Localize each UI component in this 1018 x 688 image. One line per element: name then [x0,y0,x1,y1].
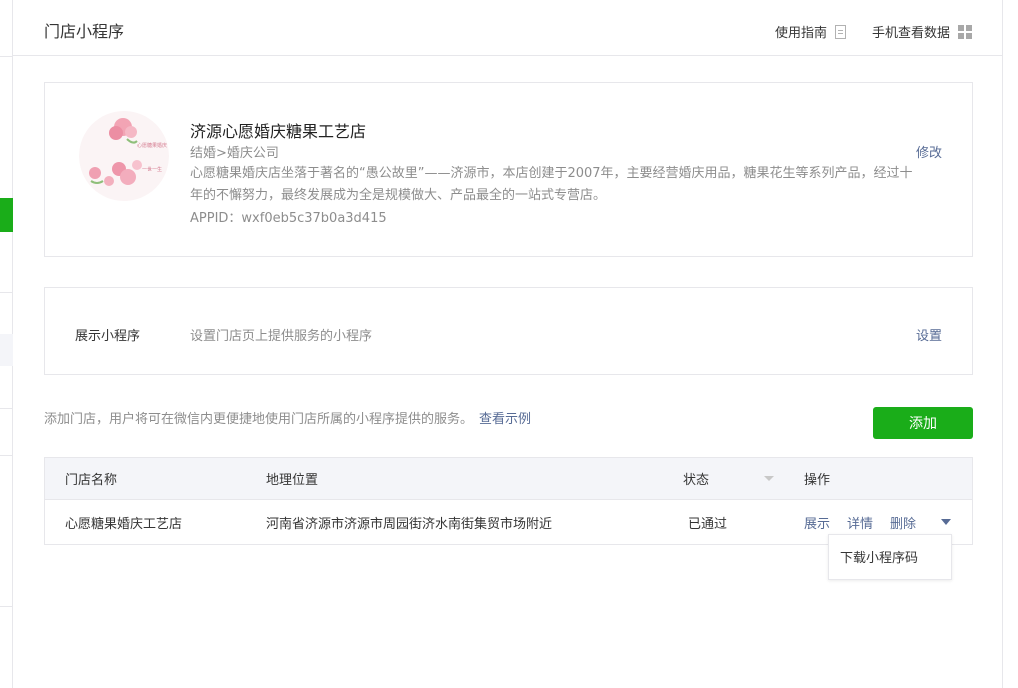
row-store-status: 已通过 [688,516,728,532]
table-header: 门店名称 地理位置 状态 操作 [45,458,972,500]
status-filter-icon[interactable] [764,476,774,481]
sidebar-divider [0,455,13,456]
row-store-location: 河南省济源市济源市周园街济水南街集贸市场附近 [266,516,553,532]
more-actions-chevron-icon[interactable] [941,519,951,525]
column-header-status: 状态 [683,473,710,488]
mobile-data-label[interactable]: 手机查看数据 [872,22,950,41]
sidebar-divider [0,292,13,293]
guide-label[interactable]: 使用指南 [775,22,827,41]
detail-action-link[interactable]: 详情 [847,513,873,532]
store-info-card: 心愿糖果婚庆 一世一生 济源心愿婚庆糖果工艺店 结婚>婚庆公司 心愿糖果婚庆店坐… [44,82,973,257]
column-header-action: 操作 [804,473,831,488]
display-program-label: 展示小程序 [75,329,141,344]
left-sidebar [0,0,13,688]
view-example-link[interactable]: 查看示例 [479,412,531,427]
display-program-description: 设置门店页上提供服务的小程序 [190,329,373,344]
page-header: 门店小程序 使用指南 手机查看数据 [13,0,1002,56]
sidebar-item-hover[interactable] [0,334,13,366]
store-category: 结婚>婚庆公司 [190,146,279,161]
right-scroll-area [1002,0,1018,688]
column-header-location: 地理位置 [266,473,319,488]
svg-text:一世一生: 一世一生 [142,166,162,173]
store-description: 心愿糖果婚庆店坐落于著名的“愚公故里”——济源市，本店创建于2007年，主要经营… [190,166,913,203]
add-store-tip-text: 添加门店，用户将可在微信内更便捷地使用门店所属的小程序提供的服务。 [44,412,474,427]
guide-link[interactable]: 使用指南 [775,22,847,41]
column-header-name: 门店名称 [65,473,118,488]
more-actions-dropdown: 下载小程序码 [828,534,952,580]
store-avatar: 心愿糖果婚庆 一世一生 [79,109,169,203]
delete-action-link[interactable]: 删除 [890,513,916,532]
svg-text:心愿糖果婚庆: 心愿糖果婚庆 [137,142,167,149]
edit-store-link[interactable]: 修改 [916,142,942,161]
sidebar-divider [0,606,13,607]
add-store-button[interactable]: 添加 [873,407,973,439]
sidebar-divider [0,408,13,409]
page-title: 门店小程序 [44,22,125,41]
add-store-tip: 添加门店，用户将可在微信内更便捷地使用门店所属的小程序提供的服务。 查看示例 [44,408,531,427]
download-qrcode-item[interactable]: 下载小程序码 [840,547,918,566]
show-action-link[interactable]: 展示 [804,513,830,532]
qr-code-icon [958,24,973,39]
row-store-name: 心愿糖果婚庆工艺店 [65,516,183,532]
sidebar-divider [0,56,13,57]
document-icon [835,24,847,39]
mobile-data-link[interactable]: 手机查看数据 [872,22,973,41]
store-appid: APPID：wxf0eb5c37b0a3d415 [190,211,387,226]
display-program-card: 展示小程序 设置门店页上提供服务的小程序 设置 [44,287,973,375]
active-nav-indicator [0,198,13,232]
program-settings-link[interactable]: 设置 [916,325,942,344]
store-name: 济源心愿婚庆糖果工艺店 [190,122,367,141]
store-table: 门店名称 地理位置 状态 操作 心愿糖果婚庆工艺店 河南省济源市济源市周园街济水… [44,457,973,545]
